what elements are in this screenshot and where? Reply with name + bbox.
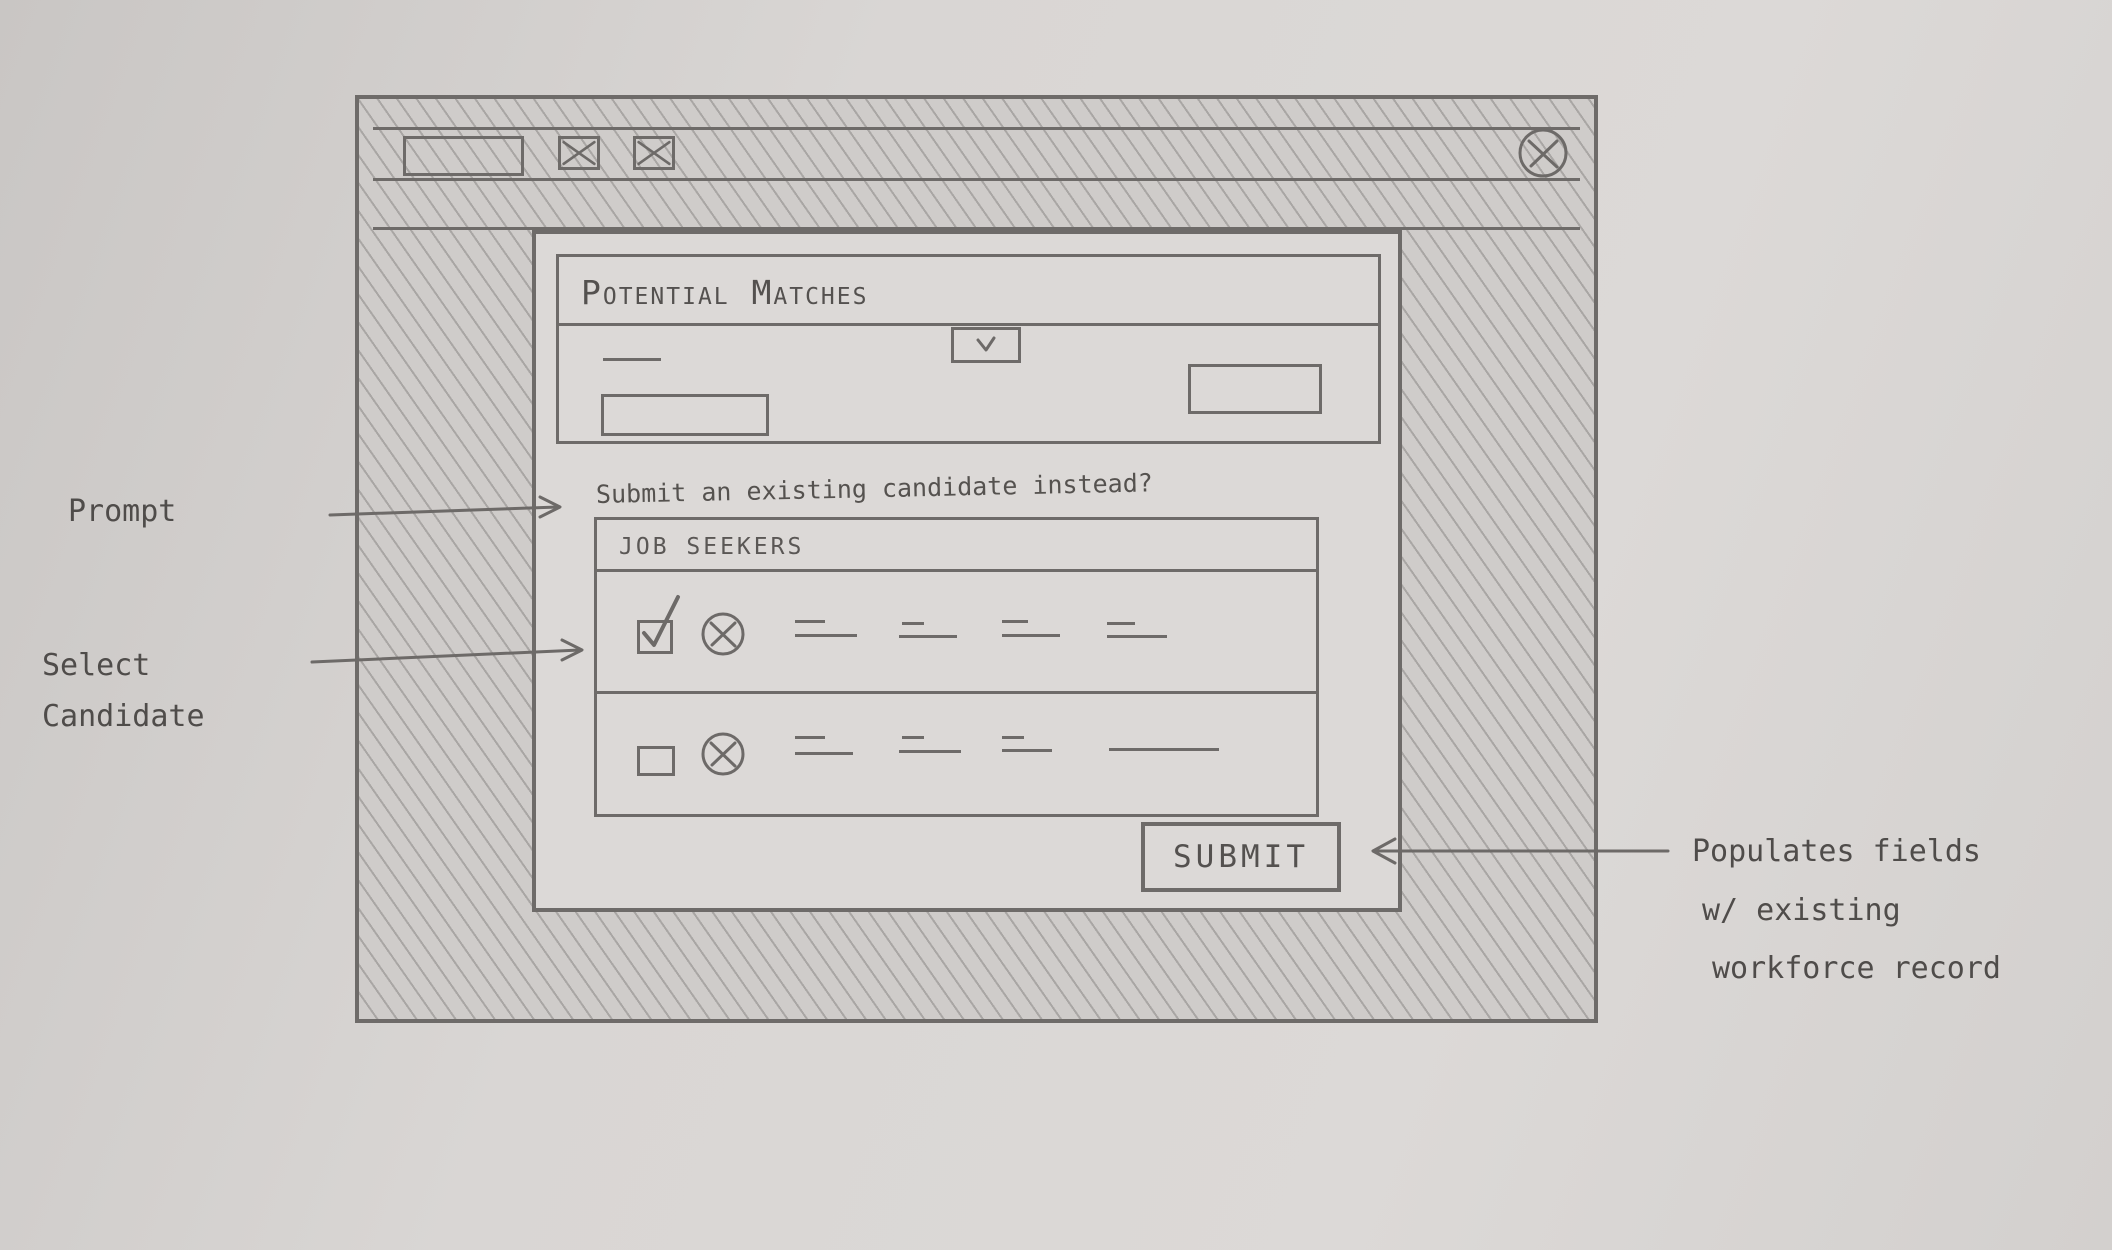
cell-value [1002, 749, 1052, 752]
annotation-line: Populates fields [1692, 834, 1981, 869]
close-box-icon[interactable] [558, 136, 600, 170]
form-button[interactable] [1188, 364, 1322, 414]
close-box-icon[interactable] [633, 136, 675, 170]
dialog-header: Potential Matches [556, 254, 1381, 326]
remove-circle-icon[interactable] [699, 610, 747, 658]
checkbox-icon[interactable] [637, 746, 675, 776]
cell-label [795, 736, 825, 739]
dialog-title: Potential Matches [581, 273, 869, 312]
cell-value [1109, 748, 1219, 751]
annotation-line: w/ existing [1702, 892, 1901, 928]
submit-button[interactable]: SUBMIT [1141, 822, 1341, 892]
text-field[interactable] [601, 394, 769, 436]
cell-label [1107, 622, 1135, 625]
annotation-line: Select [42, 648, 151, 683]
checkbox-icon[interactable] [637, 595, 680, 654]
cell-value [1002, 634, 1060, 637]
annotation-line: Candidate [42, 698, 205, 734]
submit-existing-prompt: Submit an existing candidate instead? [595, 468, 1154, 509]
title-tab[interactable] [403, 136, 524, 176]
job-seekers-table: JOB SEEKERS [594, 517, 1319, 817]
submit-annotation: Populates fields w/ existing workforce r… [1692, 832, 2001, 990]
cell-label [1002, 620, 1028, 623]
table-row[interactable] [597, 572, 1316, 694]
cell-value [795, 752, 853, 755]
cell-label [902, 622, 924, 625]
field-label [603, 358, 661, 361]
cell-value [795, 634, 857, 637]
cell-value [899, 750, 961, 753]
cell-value [1107, 635, 1167, 638]
potential-matches-dialog: Potential Matches Submit an existing can… [532, 230, 1402, 912]
cell-label [1002, 736, 1024, 739]
expand-check-icon[interactable] [951, 327, 1021, 363]
cell-label [795, 620, 825, 623]
cell-value [899, 635, 957, 638]
prompt-annotation: Prompt [68, 494, 177, 529]
window-titlebar [373, 127, 1580, 181]
cell-label [902, 736, 924, 739]
select-candidate-annotation: Select Candidate [42, 646, 205, 737]
close-circle-icon[interactable] [1516, 126, 1570, 180]
remove-circle-icon[interactable] [699, 730, 747, 778]
annotation-line: workforce record [1712, 951, 2001, 986]
table-row[interactable] [597, 694, 1316, 816]
table-header: JOB SEEKERS [597, 520, 1316, 572]
